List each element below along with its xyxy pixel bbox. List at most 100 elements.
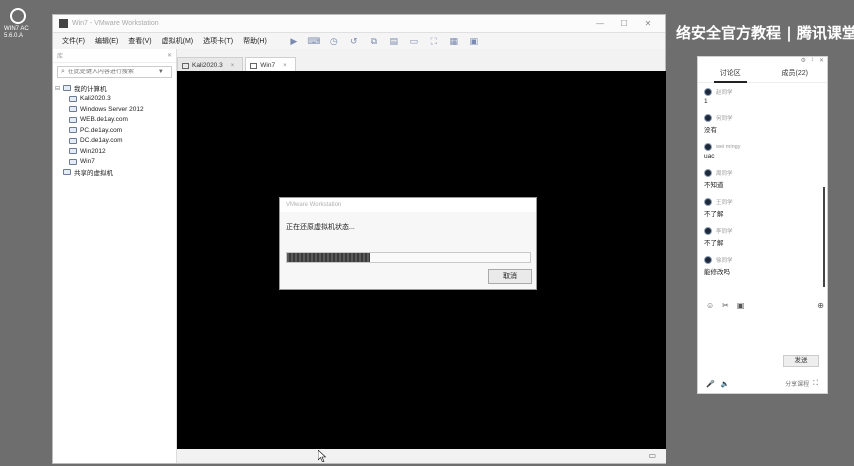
shared-vm-icon bbox=[63, 169, 71, 176]
library-header: 库 ✕ bbox=[53, 49, 176, 63]
tab-discussion[interactable]: 讨论区 bbox=[698, 67, 763, 83]
chat-message: wei mingy uac bbox=[704, 142, 821, 160]
tree-item-web[interactable]: WEB.de1ay.com bbox=[55, 115, 174, 126]
tree-item-win2012[interactable]: Win2012 bbox=[55, 146, 174, 157]
restore-dialog: VMware Workstation 正在还原虚拟机状态... 取消 bbox=[279, 197, 537, 290]
power-on-icon[interactable]: ▶ bbox=[286, 35, 302, 47]
snapshot-manager-icon[interactable]: ⧉ bbox=[366, 35, 382, 47]
tree-item-dc[interactable]: DC.de1ay.com bbox=[55, 136, 174, 147]
window-title: Win7 - VMware Workstation bbox=[72, 20, 159, 27]
settings-icon[interactable]: ⚙ bbox=[801, 57, 806, 67]
tree-item-label: PC.de1ay.com bbox=[80, 126, 123, 134]
avatar bbox=[704, 142, 712, 151]
tab-close-icon[interactable]: × bbox=[231, 63, 235, 69]
tab-label: Win7 bbox=[260, 62, 276, 69]
desktop-logo: WIN7 AC 5.6.0.A bbox=[4, 8, 44, 54]
tree-item-label: Win2012 bbox=[80, 147, 106, 155]
library-toggle-icon[interactable]: ▤ bbox=[386, 35, 402, 47]
pin-icon[interactable]: ↕ bbox=[811, 57, 814, 67]
avatar bbox=[704, 255, 712, 264]
message-text: 不了解 bbox=[704, 211, 724, 218]
tree-item-windows-server-2012[interactable]: Windows Server 2012 bbox=[55, 104, 174, 115]
tree-item-label: Kali2020.3 bbox=[80, 95, 111, 103]
tab-label: Kali2020.3 bbox=[192, 62, 223, 69]
tree-item-kali[interactable]: Kali2020.3 bbox=[55, 94, 174, 105]
message-user: 王同学 bbox=[716, 199, 733, 206]
maximize-button[interactable]: ☐ bbox=[613, 19, 635, 28]
cancel-button[interactable]: 取消 bbox=[488, 269, 532, 284]
expand-icon[interactable]: ⛶ bbox=[813, 380, 818, 388]
speaker-icon[interactable]: 🔈 bbox=[721, 380, 730, 388]
message-user: wei mingy bbox=[716, 143, 741, 150]
share-course-label[interactable]: 分享课程 bbox=[785, 379, 809, 388]
tab-close-icon[interactable]: × bbox=[283, 63, 287, 69]
message-user: 何同学 bbox=[716, 115, 733, 122]
send-button[interactable]: 发送 bbox=[783, 355, 819, 367]
vm-tab-icon bbox=[182, 62, 189, 69]
title-bar: Win7 - VMware Workstation — ☐ ✕ bbox=[53, 15, 665, 33]
tree-shared-vms[interactable]: 共享的虚拟机 bbox=[55, 167, 174, 178]
chat-tabs: 讨论区 成员(22) bbox=[698, 67, 827, 83]
fullscreen-icon[interactable]: ⛶ bbox=[426, 35, 442, 47]
chat-close-icon[interactable]: ✕ bbox=[819, 57, 824, 67]
progress-fill bbox=[287, 253, 370, 262]
snapshot-icon[interactable]: ◷ bbox=[326, 35, 342, 47]
collapse-icon[interactable]: ⊟ bbox=[55, 85, 63, 92]
tree-item-label: WEB.de1ay.com bbox=[80, 116, 128, 124]
menu-bar: 文件(F) 编辑(E) 查看(V) 虚拟机(M) 选项卡(T) 帮助(H) ▶ … bbox=[53, 33, 665, 49]
library-close-icon[interactable]: ✕ bbox=[167, 52, 172, 59]
status-bar: ▭ bbox=[177, 449, 666, 463]
menu-help[interactable]: 帮助(H) bbox=[238, 36, 272, 46]
send-keys-icon[interactable]: ⌨ bbox=[306, 35, 322, 47]
menu-vm[interactable]: 虚拟机(M) bbox=[157, 36, 199, 46]
microphone-icon[interactable]: 🎤 bbox=[706, 380, 715, 388]
message-text: 不知道 bbox=[704, 182, 724, 189]
image-icon[interactable]: ▣ bbox=[737, 301, 745, 310]
message-list: 赵同学 1 何同学 没有 wei mingy uac 周同学 不知道 王同学 不了解 李同… bbox=[698, 83, 827, 288]
close-button[interactable]: ✕ bbox=[637, 19, 659, 28]
avatar bbox=[704, 113, 712, 122]
computer-icon bbox=[63, 85, 71, 92]
library-search-input[interactable] bbox=[67, 69, 158, 75]
toolbar: ▶ ⌨ ◷ ↺ ⧉ ▤ ▭ ⛶ ▦ ▣ bbox=[284, 35, 484, 47]
more-options-icon[interactable]: ⊕ bbox=[817, 301, 824, 310]
dialog-title: VMware Workstation bbox=[280, 198, 536, 212]
message-user: 徐同学 bbox=[716, 257, 733, 264]
tree-item-win7[interactable]: Win7 bbox=[55, 157, 174, 168]
restore-progress-bar bbox=[286, 252, 531, 263]
chat-panel: ⚙ ↕ ✕ 讨论区 成员(22) 赵同学 1 何同学 没有 wei mingy uac… bbox=[697, 56, 828, 394]
menu-view[interactable]: 查看(V) bbox=[123, 36, 156, 46]
search-dropdown-icon[interactable]: ▼ bbox=[158, 69, 164, 75]
vm-icon bbox=[69, 116, 77, 123]
tab-members[interactable]: 成员(22) bbox=[763, 67, 828, 83]
message-text: 1 bbox=[704, 98, 708, 105]
tree-item-label: Windows Server 2012 bbox=[80, 105, 144, 113]
tree-root-my-computer[interactable]: ⊟ 我的计算机 bbox=[55, 83, 174, 94]
view-options-icon[interactable]: ▣ bbox=[466, 35, 482, 47]
chat-message: 徐同学 能修改吗 bbox=[704, 255, 821, 276]
chat-message: 何同学 没有 bbox=[704, 113, 821, 134]
desktop-logo-text: WIN7 AC 5.6.0.A bbox=[4, 26, 29, 39]
mouse-cursor-icon bbox=[318, 450, 326, 462]
vm-icon bbox=[69, 106, 77, 113]
vm-icon bbox=[69, 95, 77, 102]
menu-tabs[interactable]: 选项卡(T) bbox=[198, 36, 238, 46]
message-text: uac bbox=[704, 153, 715, 160]
minimize-button[interactable]: — bbox=[589, 19, 611, 28]
unity-icon[interactable]: ▦ bbox=[446, 35, 462, 47]
dialog-message: 正在还原虚拟机状态... bbox=[286, 224, 355, 231]
menu-edit[interactable]: 编辑(E) bbox=[90, 36, 123, 46]
message-user: 赵同学 bbox=[716, 89, 733, 96]
chat-message: 赵同学 1 bbox=[704, 87, 821, 105]
chat-scrollbar[interactable] bbox=[823, 187, 825, 287]
search-icon: ⌕ bbox=[61, 68, 65, 75]
message-log-icon[interactable]: ▭ bbox=[648, 451, 656, 460]
vm-tab-icon bbox=[250, 62, 258, 69]
tree-item-pc[interactable]: PC.de1ay.com bbox=[55, 125, 174, 136]
scissors-icon[interactable]: ✂ bbox=[722, 301, 729, 310]
menu-file[interactable]: 文件(F) bbox=[57, 36, 90, 46]
revert-snapshot-icon[interactable]: ↺ bbox=[346, 35, 362, 47]
thumbnail-icon[interactable]: ▭ bbox=[406, 35, 422, 47]
window-controls: — ☐ ✕ bbox=[589, 19, 659, 28]
emoji-icon[interactable]: ☺ bbox=[706, 301, 714, 310]
